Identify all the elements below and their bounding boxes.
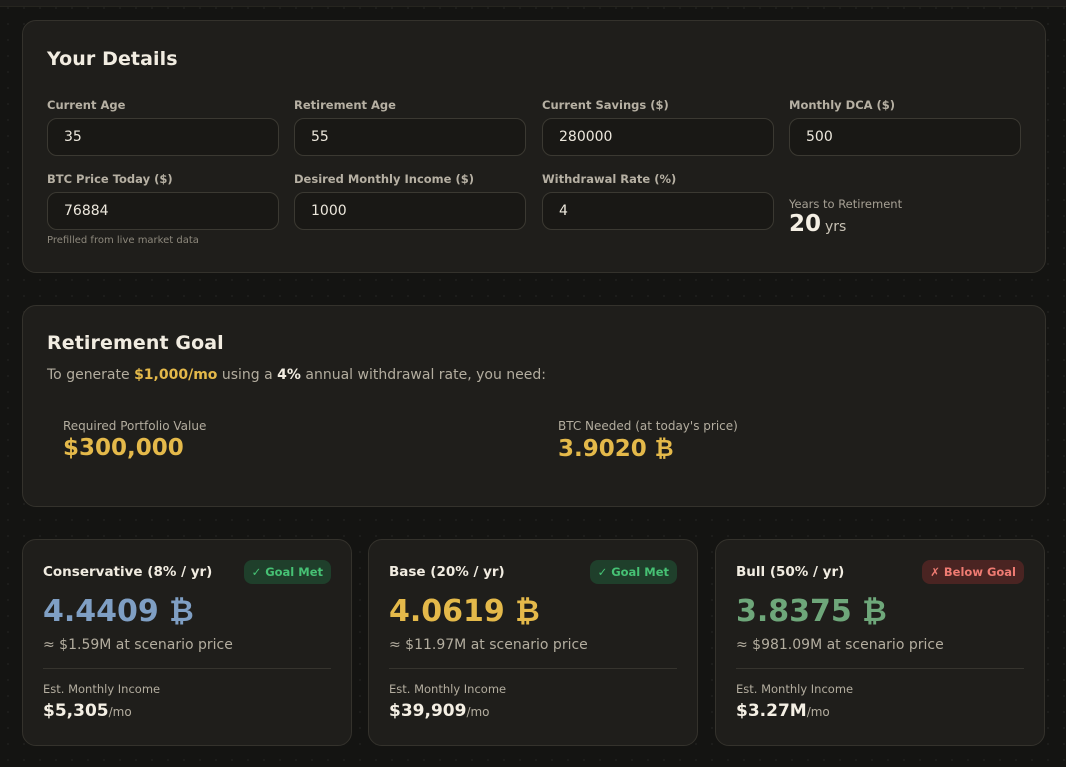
btc-price-hint: Prefilled from live market data [47, 235, 199, 246]
btc-needed-value: 3.9020 ₿ [558, 436, 674, 462]
withdrawal-rate-field: Withdrawal Rate (%) [542, 172, 774, 230]
monthly-dca-field: Monthly DCA ($) [789, 98, 1021, 156]
scenario-btc-amount: 4.0619 ₿ [389, 594, 540, 629]
scenario-name: Conservative (8% / yr) [43, 564, 213, 580]
goal-met-badge: ✓ Goal Met [243, 560, 331, 584]
scenario-card-conservative: Conservative (8% / yr) ✓ Goal Met 4.4409… [22, 539, 352, 746]
goal-income-highlight: $1,000/mo [134, 367, 218, 383]
monthly-income-label: Est. Monthly Income [736, 682, 854, 696]
years-to-retirement-value: 20 [789, 211, 822, 237]
current-savings-input[interactable] [542, 118, 774, 156]
required-portfolio-label: Required Portfolio Value [63, 419, 207, 433]
current-age-label: Current Age [47, 98, 126, 112]
required-portfolio-stat: Required Portfolio Value $300,000 [63, 419, 206, 461]
required-portfolio-value: $300,000 [63, 435, 184, 461]
retirement-goal-title: Retirement Goal [47, 332, 224, 354]
years-to-retirement: Years to Retirement 20 yrs [789, 197, 902, 237]
years-to-retirement-unit: yrs [825, 219, 847, 235]
monthly-income-unit: /mo [806, 705, 830, 719]
scenario-usd-approx: ≈ $1.59M at scenario price [43, 637, 233, 653]
divider [736, 668, 1024, 669]
scenario-usd-approx: ≈ $11.97M at scenario price [389, 637, 588, 653]
desired-income-label: Desired Monthly Income ($) [294, 172, 474, 186]
scenario-card-bull: Bull (50% / yr) ✗ Below Goal 3.8375 ₿ ≈ … [715, 539, 1045, 746]
monthly-dca-label: Monthly DCA ($) [789, 98, 896, 112]
scenario-name: Bull (50% / yr) [736, 564, 845, 580]
btc-needed-label: BTC Needed (at today's price) [558, 419, 738, 433]
btc-needed-stat: BTC Needed (at today's price) 3.9020 ₿ [558, 419, 738, 462]
retirement-age-input[interactable] [294, 118, 526, 156]
btc-price-label: BTC Price Today ($) [47, 172, 173, 186]
goal-description-prefix: To generate [47, 367, 135, 383]
retirement-age-label: Retirement Age [294, 98, 396, 112]
monthly-income-unit: /mo [108, 705, 132, 719]
monthly-income-label: Est. Monthly Income [43, 682, 161, 696]
goal-description-suffix: annual withdrawal rate, you need: [300, 367, 547, 383]
monthly-income-value: $3.27M [736, 701, 807, 721]
current-age-input[interactable] [47, 118, 279, 156]
monthly-income: $39,909/mo [389, 701, 490, 721]
monthly-income-label: Est. Monthly Income [389, 682, 507, 696]
desired-income-input[interactable] [294, 192, 526, 230]
monthly-income: $3.27M/mo [736, 701, 830, 721]
monthly-dca-input[interactable] [789, 118, 1021, 156]
scenario-btc-amount: 4.4409 ₿ [43, 594, 194, 629]
current-age-field: Current Age [47, 98, 279, 156]
scenario-name: Base (20% / yr) [389, 564, 505, 580]
withdrawal-rate-input[interactable] [542, 192, 774, 230]
goal-description-middle: using a [217, 367, 278, 383]
current-savings-label: Current Savings ($) [542, 98, 669, 112]
monthly-income-unit: /mo [466, 705, 490, 719]
goal-met-badge: ✓ Goal Met [589, 560, 677, 584]
your-details-card: Your Details Current Age Retirement Age … [22, 20, 1046, 273]
scenario-btc-amount: 3.8375 ₿ [736, 594, 887, 629]
retirement-goal-card: Retirement Goal To generate $1,000/mo us… [22, 305, 1046, 507]
your-details-title: Your Details [47, 48, 178, 70]
divider [389, 668, 677, 669]
btc-price-field: BTC Price Today ($) Prefilled from live … [47, 172, 279, 246]
current-savings-field: Current Savings ($) [542, 98, 774, 156]
monthly-income-value: $39,909 [389, 701, 467, 721]
desired-income-field: Desired Monthly Income ($) [294, 172, 526, 230]
top-bar-edge [0, 0, 1066, 7]
divider [43, 668, 331, 669]
withdrawal-rate-label: Withdrawal Rate (%) [542, 172, 677, 186]
goal-rate-highlight: 4% [277, 367, 301, 383]
scenario-card-base: Base (20% / yr) ✓ Goal Met 4.0619 ₿ ≈ $1… [368, 539, 698, 746]
btc-price-input[interactable] [47, 192, 279, 230]
monthly-income-value: $5,305 [43, 701, 109, 721]
goal-description: To generate $1,000/mo using a 4% annual … [47, 367, 546, 383]
retirement-age-field: Retirement Age [294, 98, 526, 156]
below-goal-badge: ✗ Below Goal [922, 560, 1024, 584]
scenario-usd-approx: ≈ $981.09M at scenario price [736, 637, 944, 653]
years-to-retirement-label: Years to Retirement [789, 197, 903, 211]
monthly-income: $5,305/mo [43, 701, 132, 721]
